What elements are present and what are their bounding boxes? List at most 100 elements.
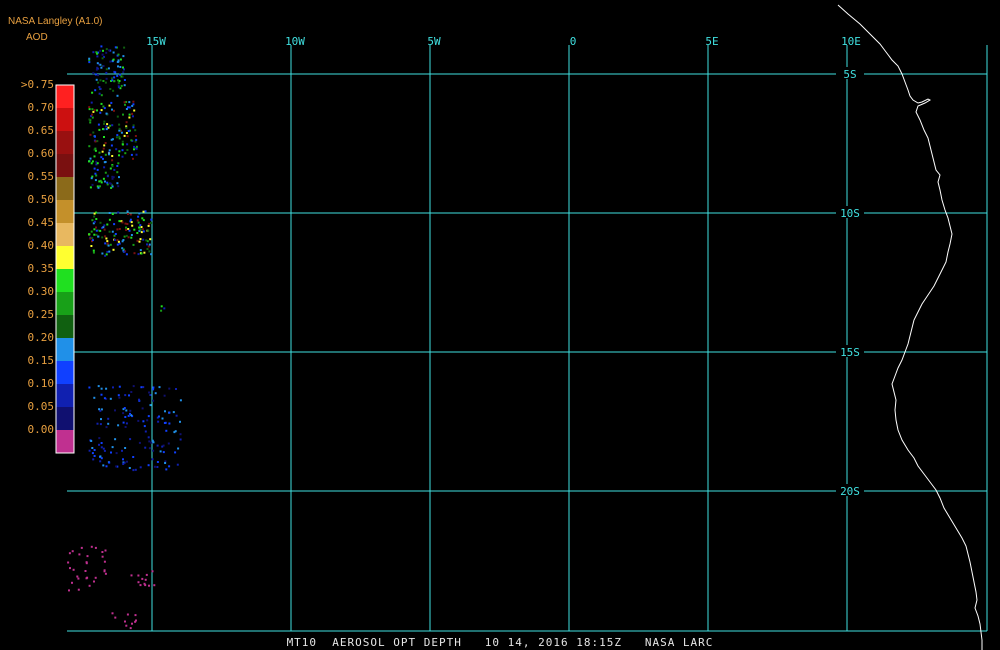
aod-pixel [107, 422, 110, 425]
aod-pixel [125, 234, 128, 237]
aod-pixel [143, 251, 146, 254]
aod-pixel [68, 589, 70, 592]
aod-pixel [107, 417, 110, 420]
aod-pixel [135, 145, 138, 148]
legend-label: 0.65 [27, 124, 55, 137]
aod-pixel [121, 449, 123, 452]
aod-pixel [124, 426, 127, 428]
aod-pixel [116, 74, 119, 77]
aod-pixel [108, 218, 111, 221]
aod-pixel [102, 226, 105, 229]
aod-pixel [116, 134, 119, 137]
aod-pixel [105, 48, 108, 51]
aod-pixel [129, 412, 131, 415]
aod-pixel [100, 94, 103, 97]
aod-pixel [100, 66, 103, 69]
aod-pixel [110, 138, 113, 141]
aod-pixel [112, 386, 114, 389]
aod-pixel [105, 465, 108, 468]
aod-pixel [96, 52, 99, 55]
aod-pixel [89, 133, 92, 136]
aod-pixel [125, 226, 127, 229]
aod-pixel [97, 74, 99, 77]
aod-pixel [76, 575, 79, 578]
aod-pixel [147, 436, 150, 439]
latitude-label: 15S [840, 346, 860, 359]
aod-pixel [72, 568, 75, 571]
aod-pixel [144, 210, 147, 213]
legend-swatch [56, 108, 74, 131]
aod-pixel [138, 441, 141, 444]
aod-pixel [124, 394, 127, 397]
aod-pixel [119, 66, 122, 68]
aod-pixel [120, 84, 123, 87]
aod-pixel [158, 415, 160, 418]
aod-pixel [90, 101, 93, 104]
aod-pixel [111, 124, 114, 127]
aod-pixel [112, 248, 115, 251]
aod-pixel [104, 180, 106, 183]
aod-pixel [127, 130, 130, 132]
aod-pixel [102, 464, 105, 467]
aod-pixel [101, 252, 104, 255]
aod-pixel [133, 228, 136, 231]
aod-pixel [95, 68, 98, 71]
aod-pixel [121, 143, 124, 146]
aod-pixel [93, 228, 96, 231]
aod-pixel [129, 627, 132, 630]
aod-pixel [137, 581, 140, 584]
aod-pixel [106, 123, 109, 126]
aod-pixel [99, 63, 102, 66]
legend-swatch [56, 430, 74, 453]
aod-pixel [128, 229, 131, 232]
aod-pixel [125, 409, 128, 412]
aod-pixel [67, 561, 70, 564]
aod-pixel [129, 213, 132, 216]
aod-pixel [128, 394, 130, 397]
aod-pixel [110, 144, 113, 147]
legend-label: 0.05 [27, 400, 55, 413]
aod-pixel [98, 443, 100, 446]
aod-pixel [103, 228, 106, 231]
aod-pixel [99, 221, 102, 224]
aod-pixel [128, 106, 131, 109]
aod-pixel [88, 160, 90, 163]
aod-pixel [77, 577, 80, 580]
org-label: NASA Langley (A1.0) [8, 16, 103, 27]
aod-pixel [110, 451, 112, 454]
aod-pixel [111, 612, 114, 615]
aod-pixel [167, 442, 170, 445]
aod-pixel [86, 555, 89, 558]
aod-pixel [137, 215, 140, 218]
aod-pixel [111, 177, 114, 180]
aod-pixel [159, 450, 162, 453]
aod-pixel [94, 179, 97, 182]
aod-pixel [132, 103, 135, 106]
aod-pixel [100, 418, 102, 421]
aod-pixel [116, 94, 119, 97]
aod-pixel-clusters [67, 45, 182, 630]
aod-pixel [117, 79, 119, 82]
aod-pixel [179, 399, 182, 402]
aod-pixel [100, 457, 103, 460]
aod-pixel [123, 235, 126, 238]
aod-pixel [150, 253, 153, 256]
aod-pixel [153, 465, 156, 468]
aod-pixel [136, 232, 139, 234]
aod-pixel [109, 88, 112, 90]
aod-pixel [118, 396, 121, 399]
legend-swatch [56, 384, 74, 407]
aod-pixel [141, 407, 144, 410]
aod-pixel [110, 101, 113, 104]
aod-pixel [94, 172, 97, 175]
aod-pixel [91, 219, 94, 222]
aod-pixel [88, 233, 91, 236]
aod-pixel [91, 239, 94, 242]
aod-pixel [148, 391, 151, 394]
aod-pixel [102, 80, 105, 82]
aod-pixel [122, 458, 124, 461]
aod-pixel [127, 213, 129, 215]
aod-pixel [105, 71, 108, 74]
aod-pixel [146, 243, 148, 246]
aod-pixel [148, 250, 151, 253]
